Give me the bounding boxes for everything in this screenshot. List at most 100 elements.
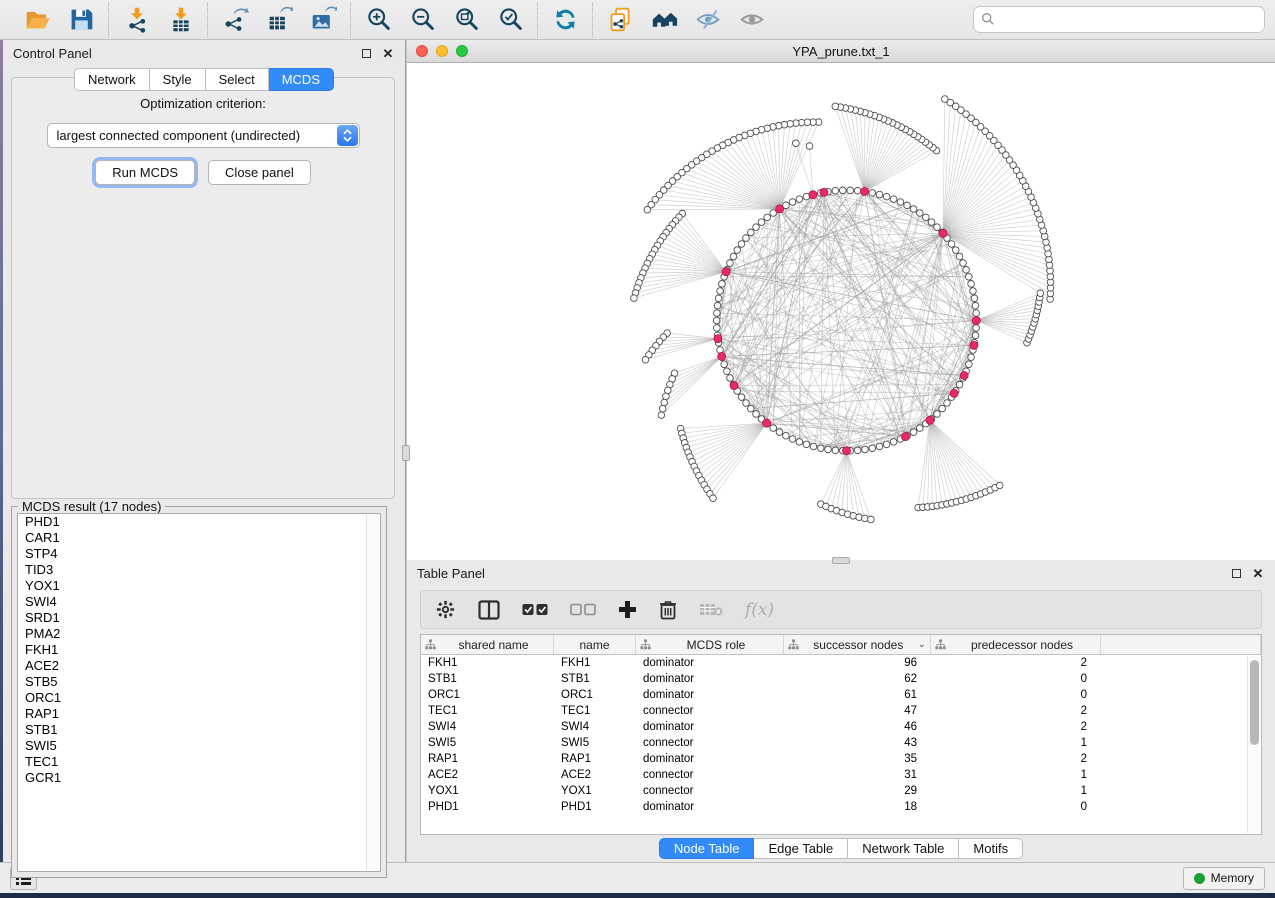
tab-network-table[interactable]: Network Table (848, 838, 959, 859)
column-browser-icon[interactable] (478, 597, 500, 623)
minimize-traffic-light[interactable] (436, 45, 448, 57)
table-cell: 61 (784, 689, 931, 701)
import-group (108, 3, 207, 37)
add-column-plus-icon[interactable] (618, 597, 637, 623)
delete-table-icon (699, 597, 723, 623)
import-network-icon[interactable] (121, 5, 151, 35)
search-input[interactable] (973, 6, 1265, 33)
import-table-icon[interactable] (165, 5, 195, 35)
tab-edge-table[interactable]: Edge Table (754, 838, 848, 859)
mcds-result-item[interactable]: ACE2 (18, 658, 380, 674)
criterion-dropdown-value: largest connected component (undirected) (48, 128, 337, 143)
export-table-icon[interactable] (264, 5, 294, 35)
network-canvas[interactable] (407, 63, 1275, 560)
save-session-icon[interactable] (66, 5, 96, 35)
mcds-tab-content: Optimization criterion: largest connecte… (11, 77, 395, 499)
table-cell: 46 (784, 721, 931, 733)
mcds-result-item[interactable]: STB5 (18, 674, 380, 690)
column-header-name[interactable]: name (554, 635, 636, 654)
close-traffic-light[interactable] (416, 45, 428, 57)
table-row[interactable]: FKH1FKH1dominator962 (421, 655, 1261, 671)
settings-gear-icon[interactable] (435, 597, 456, 623)
table-tabs: Node TableEdge TableNetwork TableMotifs (407, 835, 1275, 862)
mcds-result-item[interactable]: GCR1 (18, 770, 380, 786)
table-row[interactable]: PHD1PHD1dominator180 (421, 799, 1261, 815)
tab-network[interactable]: Network (74, 68, 150, 91)
hide-graphics-eye-slash-icon[interactable] (693, 5, 723, 35)
close-table-panel-icon[interactable]: ✕ (1251, 566, 1265, 580)
main-toolbar (0, 0, 1275, 40)
mcds-list-scrollbar[interactable] (366, 515, 379, 870)
mcds-result-item[interactable]: PHD1 (18, 514, 380, 530)
float-panel-icon[interactable] (359, 46, 373, 60)
zoom-selected-icon[interactable] (495, 5, 525, 35)
table-row[interactable]: ORC1ORC1dominator610 (421, 687, 1261, 703)
table-row[interactable]: TEC1TEC1connector472 (421, 703, 1261, 719)
tab-select[interactable]: Select (206, 68, 269, 91)
sort-descending-icon: ⌄ (918, 639, 926, 650)
mcds-result-item[interactable]: SWI5 (18, 738, 380, 754)
home-icon[interactable] (649, 5, 679, 35)
network-window-title: YPA_prune.txt_1 (407, 44, 1275, 59)
zoom-in-icon[interactable] (363, 5, 393, 35)
mcds-result-item[interactable]: STB1 (18, 722, 380, 738)
tab-node-table[interactable]: Node Table (659, 838, 755, 859)
delete-column-trash-icon[interactable] (659, 597, 677, 623)
criterion-dropdown[interactable]: largest connected component (undirected) (47, 123, 360, 148)
mcds-result-item[interactable]: SWI4 (18, 594, 380, 610)
export-network-icon[interactable] (220, 5, 250, 35)
close-panel-icon[interactable]: ✕ (381, 46, 395, 60)
column-header-successor-nodes[interactable]: successor nodes⌄ (784, 635, 931, 654)
table-cell: SWI4 (554, 721, 636, 733)
mcds-result-item[interactable]: FKH1 (18, 642, 380, 658)
mcds-result-item[interactable]: ORC1 (18, 690, 380, 706)
float-table-panel-icon[interactable] (1229, 566, 1243, 580)
mcds-result-item[interactable]: RAP1 (18, 706, 380, 722)
mcds-result-item[interactable]: TID3 (18, 562, 380, 578)
vertical-splitter-handle[interactable] (402, 445, 410, 461)
close-panel-button[interactable]: Close panel (208, 160, 311, 185)
table-cell: 1 (931, 785, 1101, 797)
network-ring-and-satellite-nodes[interactable] (631, 96, 1054, 523)
mcds-result-item[interactable]: STP4 (18, 546, 380, 562)
table-row[interactable]: ACE2ACE2connector311 (421, 767, 1261, 783)
tab-motifs[interactable]: Motifs (959, 838, 1023, 859)
column-header-shared-name[interactable]: shared name (421, 635, 554, 654)
show-graphics-eye-icon[interactable] (737, 5, 767, 35)
mcds-result-item[interactable]: PMA2 (18, 626, 380, 642)
mcds-result-item[interactable]: TEC1 (18, 754, 380, 770)
table-cell: TEC1 (554, 705, 636, 717)
tab-style[interactable]: Style (150, 68, 206, 91)
tab-mcds[interactable]: MCDS (269, 68, 334, 91)
table-row[interactable]: STB1STB1dominator620 (421, 671, 1261, 687)
select-all-checkboxes-icon[interactable] (522, 597, 548, 623)
node-table-body: FKH1FKH1dominator962STB1STB1dominator620… (421, 655, 1261, 815)
table-scrollbar-thumb[interactable] (1250, 660, 1259, 745)
control-panel-header: Control Panel ✕ (3, 40, 405, 66)
mcds-result-item[interactable]: SRD1 (18, 610, 380, 626)
refresh-view-icon[interactable] (550, 5, 580, 35)
duplicate-network-icon[interactable] (605, 5, 635, 35)
table-cell: dominator (636, 673, 784, 685)
export-image-icon[interactable] (308, 5, 338, 35)
column-header-MCDS-role[interactable]: MCDS role (636, 635, 784, 654)
maximize-traffic-light[interactable] (456, 45, 468, 57)
table-scrollbar[interactable] (1247, 656, 1260, 833)
mcds-result-list[interactable]: PHD1CAR1STP4TID3YOX1SWI4SRD1PMA2FKH1ACE2… (17, 513, 381, 872)
open-file-icon[interactable] (22, 5, 52, 35)
zoom-fit-icon[interactable] (451, 5, 481, 35)
deselect-all-checkboxes-icon[interactable] (570, 597, 596, 623)
table-row[interactable]: SWI5SWI5connector431 (421, 735, 1261, 751)
table-cell: FKH1 (421, 657, 554, 669)
horizontal-splitter-handle[interactable] (832, 557, 850, 564)
column-header-predecessor-nodes[interactable]: predecessor nodes (931, 635, 1101, 654)
table-row[interactable]: SWI4SWI4dominator462 (421, 719, 1261, 735)
mcds-result-item[interactable]: YOX1 (18, 578, 380, 594)
run-mcds-button[interactable]: Run MCDS (95, 160, 195, 185)
memory-button[interactable]: Memory (1183, 867, 1265, 890)
mcds-result-item[interactable]: CAR1 (18, 530, 380, 546)
zoom-out-icon[interactable] (407, 5, 437, 35)
table-row[interactable]: RAP1RAP1dominator352 (421, 751, 1261, 767)
table-row[interactable]: YOX1YOX1connector291 (421, 783, 1261, 799)
table-cell: ACE2 (421, 769, 554, 781)
